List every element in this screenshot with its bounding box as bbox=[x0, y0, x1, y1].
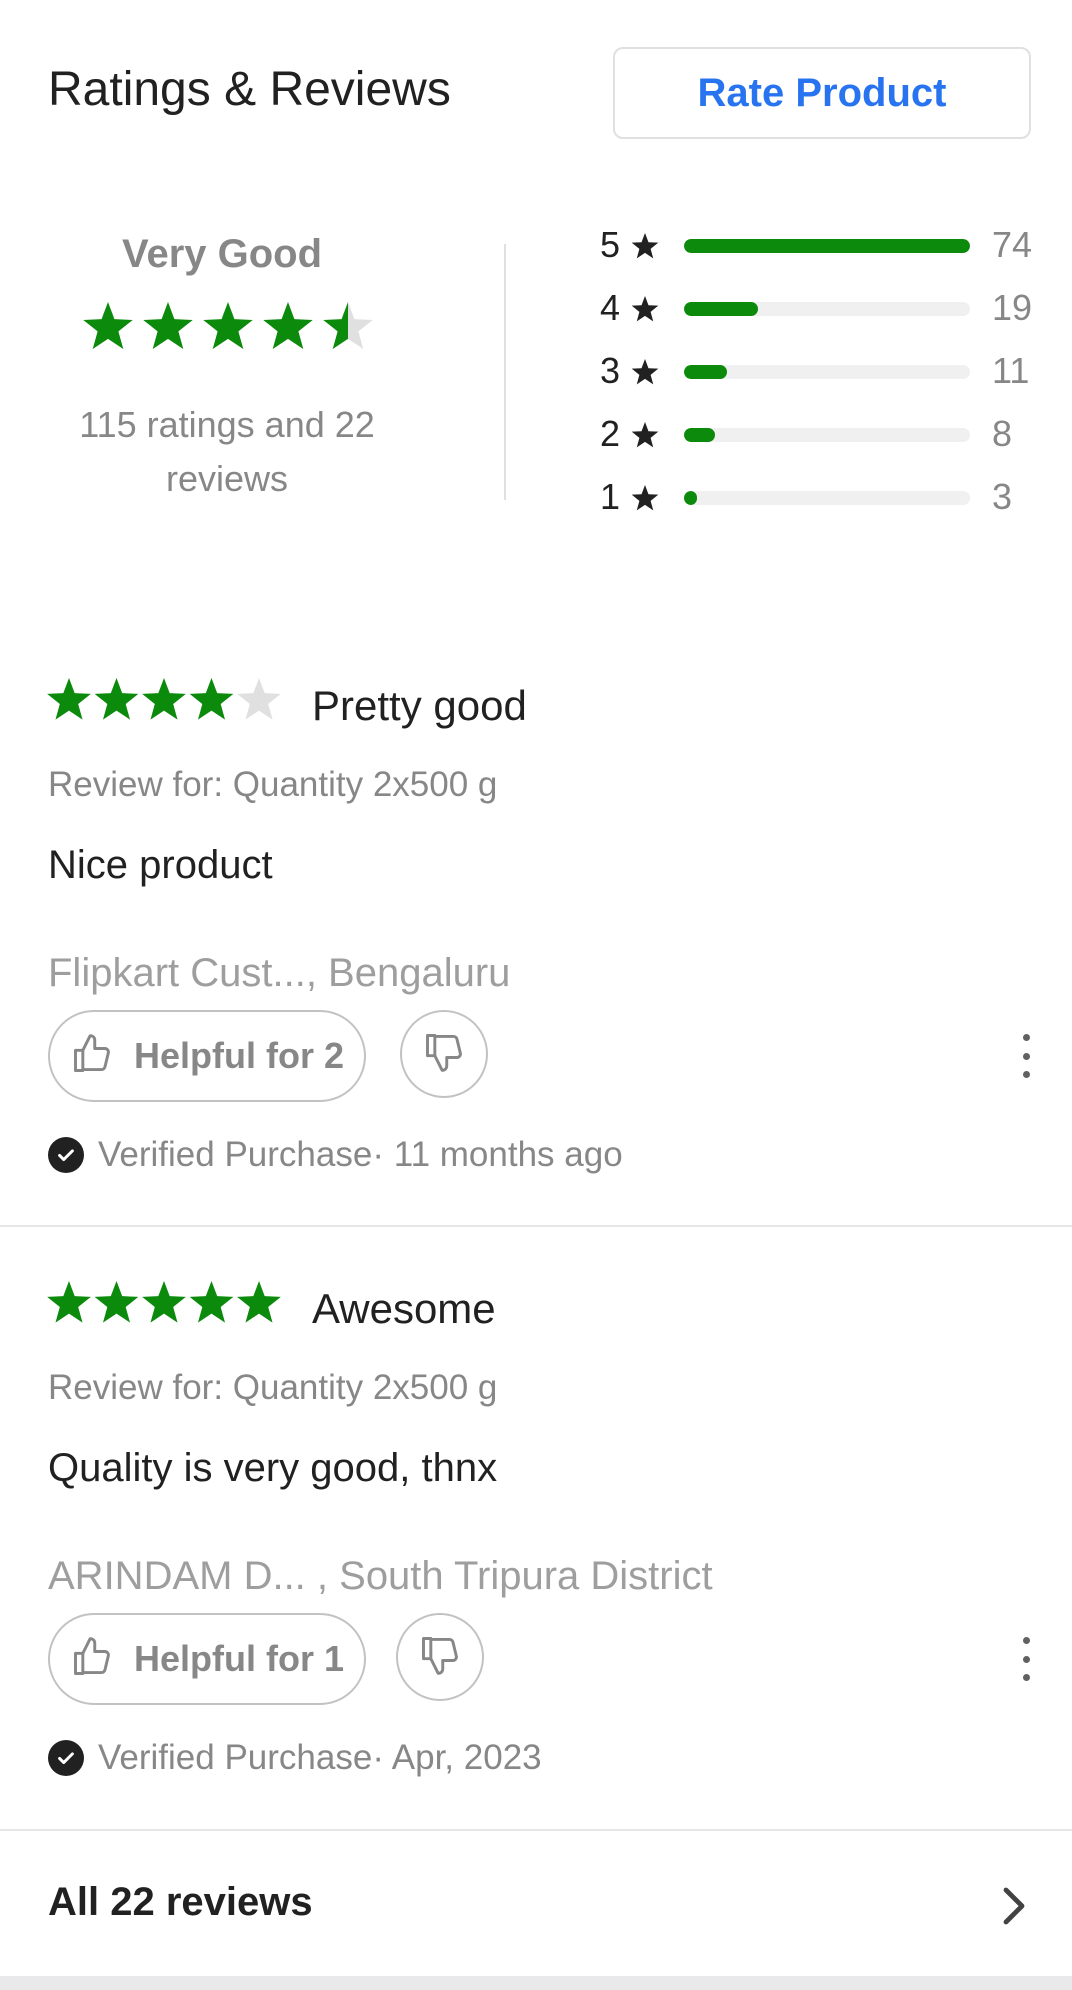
star-icon bbox=[263, 302, 313, 350]
distribution-bar-track bbox=[684, 365, 970, 379]
review-author: ARINDAM D... , South Tripura District bbox=[48, 1554, 713, 1598]
distribution-star-label: 3 bbox=[600, 350, 621, 391]
distribution-count: 19 bbox=[992, 287, 1033, 328]
verified-purchase: Verified Purchase· Apr, 2023 bbox=[48, 1735, 542, 1781]
ratings-count-text: 115 ratings and 22 reviews bbox=[79, 404, 375, 499]
verified-purchase: Verified Purchase· 11 months ago bbox=[48, 1132, 623, 1178]
review-variant: Review for: Quantity 2x500 g bbox=[48, 1368, 498, 1407]
review-variant: Review for: Quantity 2x500 g bbox=[48, 765, 498, 804]
more-dot bbox=[1022, 1655, 1030, 1663]
star-icon bbox=[237, 1281, 281, 1323]
distribution-count: 3 bbox=[992, 476, 1013, 517]
thumbs-down-icon bbox=[422, 1030, 466, 1079]
rate-product-button[interactable]: Rate Product bbox=[613, 47, 1031, 139]
thumbs-down-icon bbox=[418, 1633, 462, 1682]
review-stars bbox=[44, 676, 288, 737]
distribution-bar-fill bbox=[684, 239, 970, 253]
summary-divider bbox=[504, 244, 506, 500]
bottom-edge bbox=[0, 1976, 1072, 1990]
distribution-star-label: 1 bbox=[600, 476, 621, 517]
review-stars bbox=[44, 1279, 288, 1340]
check-circle-icon bbox=[48, 1740, 84, 1776]
distribution-count: 11 bbox=[992, 350, 1030, 391]
distribution-row-4: 4 19 bbox=[600, 284, 1040, 332]
thumbs-up-icon bbox=[70, 1032, 114, 1081]
more-options-button[interactable] bbox=[1010, 1637, 1042, 1681]
star-icon bbox=[630, 357, 660, 392]
thumbs-up-icon bbox=[70, 1635, 114, 1684]
helpful-label: Helpful for 1 bbox=[134, 1638, 345, 1679]
distribution-bar-fill bbox=[684, 302, 758, 316]
star-icon bbox=[237, 678, 281, 720]
distribution-bar-track bbox=[684, 239, 970, 253]
review-title: Awesome bbox=[312, 1285, 496, 1332]
more-dot bbox=[1022, 1052, 1030, 1060]
distribution-bar-fill bbox=[684, 428, 716, 442]
star-icon bbox=[630, 294, 660, 329]
star-icon bbox=[94, 1281, 139, 1323]
star-icon bbox=[323, 302, 373, 350]
distribution-count: 74 bbox=[992, 224, 1033, 265]
star-icon bbox=[189, 678, 234, 720]
star-icon bbox=[47, 1281, 91, 1323]
rating-summary: Very Good bbox=[48, 232, 406, 277]
helpful-button[interactable]: Helpful for 1 bbox=[48, 1613, 367, 1705]
more-dot bbox=[1022, 1674, 1030, 1681]
distribution-bar-fill bbox=[684, 365, 727, 379]
section-title: Ratings & Reviews bbox=[48, 63, 451, 116]
ratings-reviews-page: Ratings & Reviews Rate Product Very Good… bbox=[0, 0, 1072, 1990]
star-icon bbox=[630, 231, 660, 266]
review-title: Pretty good bbox=[312, 682, 527, 729]
distribution-bar-track bbox=[684, 428, 970, 442]
distribution-star-label: 4 bbox=[600, 287, 621, 328]
dislike-button[interactable] bbox=[400, 1010, 488, 1098]
review-text: Quality is very good, thnx bbox=[48, 1446, 498, 1490]
more-options-button[interactable] bbox=[1010, 1034, 1042, 1078]
more-vertical-icon bbox=[1022, 1034, 1030, 1041]
star-icon bbox=[189, 1281, 234, 1323]
review-divider bbox=[0, 1829, 1072, 1831]
distribution-bar-fill bbox=[684, 491, 697, 505]
review-divider bbox=[0, 1225, 1072, 1227]
all-reviews-link[interactable]: All 22 reviews bbox=[0, 1832, 1072, 1984]
distribution-row-1: 13 bbox=[600, 473, 1040, 521]
star-icon bbox=[94, 678, 139, 720]
star-icon bbox=[47, 678, 91, 720]
check-circle-icon bbox=[48, 1137, 84, 1173]
star-icon bbox=[630, 483, 660, 518]
star-icon bbox=[143, 302, 193, 350]
more-dot bbox=[1022, 1071, 1030, 1078]
more-vertical-icon bbox=[1022, 1637, 1030, 1644]
verified-text: Verified Purchase· Apr, 2023 bbox=[98, 1738, 542, 1777]
summary-stars bbox=[80, 300, 380, 360]
distribution-row-2: 28 bbox=[600, 410, 1040, 458]
all-reviews-label: All 22 reviews bbox=[48, 1880, 313, 1924]
helpful-button[interactable]: Helpful for 2 bbox=[48, 1010, 367, 1102]
distribution-star-label: 2 bbox=[600, 413, 621, 454]
distribution-bar-track bbox=[684, 302, 970, 316]
distribution-bar-track bbox=[684, 491, 970, 505]
helpful-label: Helpful for 2 bbox=[134, 1035, 345, 1076]
distribution-count: 8 bbox=[992, 413, 1013, 454]
review-author: Flipkart Cust..., Bengaluru bbox=[48, 951, 511, 995]
distribution-star-label: 5 bbox=[600, 224, 621, 265]
star-icon bbox=[142, 1281, 186, 1323]
star-icon bbox=[142, 678, 186, 720]
chevron-right-icon bbox=[996, 1884, 1032, 1933]
star-icon bbox=[203, 302, 253, 350]
distribution-row-5: 5 74 bbox=[600, 221, 1040, 269]
rating-word: Very Good bbox=[121, 232, 323, 276]
star-icon bbox=[630, 420, 660, 455]
dislike-button[interactable] bbox=[396, 1613, 484, 1701]
review-text: Nice product bbox=[48, 843, 273, 887]
star-icon bbox=[83, 302, 133, 350]
verified-text: Verified Purchase· 11 months ago bbox=[98, 1135, 623, 1174]
distribution-row-3: 3 11 bbox=[600, 347, 1040, 395]
